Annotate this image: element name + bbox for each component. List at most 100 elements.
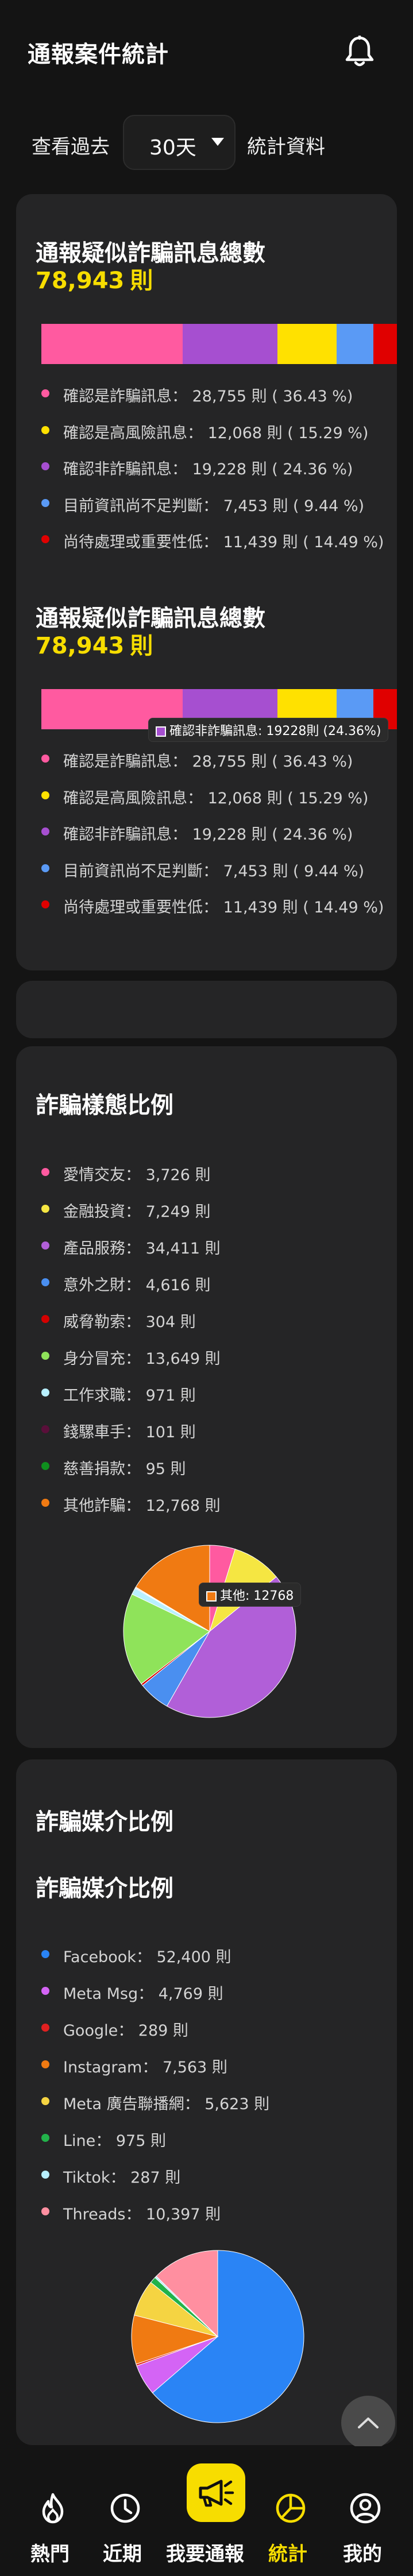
pie-chart-icon xyxy=(276,2493,306,2523)
tooltip-swatch xyxy=(156,726,166,737)
status-stack-bar[interactable] xyxy=(41,324,397,364)
pattern-ratio-title: 詐騙樣態比例 xyxy=(36,1092,173,1119)
user-icon xyxy=(350,2493,381,2524)
filter-prefix-label: 查看過去 xyxy=(32,136,110,158)
total-reports-value: 78,943 xyxy=(36,268,125,294)
stack-segment-3[interactable] xyxy=(337,324,374,364)
stack-segment-2[interactable] xyxy=(277,324,337,364)
period-filter-row: 查看過去 30天 統計資料 xyxy=(0,115,413,172)
pattern-tooltip-swatch xyxy=(206,1591,217,1602)
legend-text: Line： 975 則 xyxy=(63,2132,166,2150)
pattern-pie-svg xyxy=(123,1545,296,1718)
nav-item-report[interactable]: 我要通報 xyxy=(166,2463,245,2566)
notification-button[interactable] xyxy=(341,33,378,70)
legend-text: Facebook： 52,400 則 xyxy=(63,1948,231,1966)
stack-segment-0[interactable] xyxy=(41,324,183,364)
legend-text: 確認是詐騙訊息： 28,755 則 ( 36.43 %) xyxy=(63,753,353,771)
pattern-pie-tooltip: 其他: 12768 xyxy=(199,1583,302,1607)
legend-dot xyxy=(41,755,49,763)
legend-text: 尚待處理或重要性低： 11,439 則 ( 14.49 %) xyxy=(63,899,384,916)
total-reports-unit-2: 則 xyxy=(130,633,153,659)
total-reports-unit: 則 xyxy=(130,268,153,294)
legend-dot xyxy=(41,1388,49,1397)
legend-text: Meta Msg： 4,769 則 xyxy=(63,1985,223,2003)
legend-dot xyxy=(41,1950,49,1958)
media-pie-chart[interactable] xyxy=(129,2248,307,2426)
pattern-ratio-card: 詐騙樣態比例 愛情交友： 3,726 則金融投資： 7,249 則產品服務： 3… xyxy=(16,1046,397,1748)
legend-dot xyxy=(41,1315,49,1323)
legend-text: Tiktok： 287 則 xyxy=(63,2169,181,2187)
legend-dot xyxy=(41,1987,49,1995)
legend-dot xyxy=(41,2097,49,2105)
legend-text: Google： 289 則 xyxy=(63,2022,188,2040)
legend-text: 確認是高風險訊息： 12,068 則 ( 15.29 %) xyxy=(63,789,369,807)
legend-text: 意外之財： 4,616 則 xyxy=(63,1277,211,1294)
legend-text: Meta 廣告聯播網： 5,623 則 xyxy=(63,2095,270,2113)
legend-dot xyxy=(41,791,49,799)
bell-icon xyxy=(345,36,374,67)
filter-suffix-label: 統計資料 xyxy=(247,136,325,158)
legend-text: 其他詐騙： 12,768 則 xyxy=(63,1497,221,1515)
total-reports-count: 78,943 則 xyxy=(36,262,153,295)
legend-dot xyxy=(41,426,49,434)
app-header: 通報案件統計 xyxy=(0,0,413,103)
legend-dot xyxy=(41,2060,49,2068)
stack-segment-4[interactable] xyxy=(373,324,397,364)
legend-dot xyxy=(41,827,49,836)
legend-dot xyxy=(41,1241,49,1250)
nav-item-stats[interactable]: 統計 xyxy=(250,2463,325,2566)
nav-label-report: 我要通報 xyxy=(166,2543,244,2566)
legend-text: 金融投資： 7,249 則 xyxy=(63,1203,211,1221)
legend-text: 確認非詐騙訊息： 19,228 則 ( 24.36 %) xyxy=(63,461,353,478)
legend-dot xyxy=(41,1205,49,1213)
bottom-navigation: 熱門 近期 我要通報 統計 我的 xyxy=(0,2446,413,2576)
flame-icon xyxy=(42,2493,64,2524)
legend-dot xyxy=(41,1499,49,1507)
legend-dot xyxy=(41,462,49,470)
megaphone-icon xyxy=(199,2480,234,2507)
legend-text: 愛情交友： 3,726 則 xyxy=(63,1166,211,1184)
media-ratio-title: 詐騙媒介比例 xyxy=(36,1809,173,1835)
legend-text: 目前資訊尚不足判斷： 7,453 則 ( 9.44 %) xyxy=(63,497,365,515)
legend-text: 慈善捐款： 95 則 xyxy=(63,1460,186,1478)
caret-down-icon xyxy=(211,138,224,146)
empty-card xyxy=(16,981,397,1038)
total-reports-value-2: 78,943 xyxy=(36,633,125,659)
legend-dot xyxy=(41,1278,49,1286)
report-button[interactable] xyxy=(187,2463,245,2522)
legend-text: Instagram： 7,563 則 xyxy=(63,2059,227,2076)
media-pie-svg xyxy=(131,2250,304,2423)
legend-text: 確認非詐騙訊息： 19,228 則 ( 24.36 %) xyxy=(63,826,353,844)
stack-bar-tooltip: 確認非詐騙訊息: 19228則 (24.36%) xyxy=(148,718,389,742)
media-ratio-card: 詐騙媒介比例 詐騙媒介比例 Facebook： 52,400 則 Meta Msg… xyxy=(16,1759,397,2445)
legend-text: 工作求職： 971 則 xyxy=(63,1387,196,1405)
legend-text: 錢騾車手： 101 則 xyxy=(63,1424,196,1441)
legend-text: 身分冒充： 13,649 則 xyxy=(63,1350,221,1368)
nav-item-recent[interactable]: 近期 xyxy=(85,2463,160,2566)
legend-text: 確認是高風險訊息： 12,068 則 ( 15.29 %) xyxy=(63,424,369,442)
stack-bar-tooltip-text: 確認非詐騙訊息: 19228則 (24.36%) xyxy=(169,724,381,738)
page-title: 通報案件統計 xyxy=(28,41,169,68)
nav-label-recent: 近期 xyxy=(103,2543,142,2566)
period-select[interactable]: 30天 xyxy=(123,115,236,170)
legend-text: 目前資訊尚不足判斷： 7,453 則 ( 9.44 %) xyxy=(63,862,365,880)
nav-label-profile: 我的 xyxy=(343,2543,382,2566)
clock-icon xyxy=(110,2493,140,2523)
nav-item-hot[interactable]: 熱門 xyxy=(13,2463,87,2566)
total-reports-card: 通報疑似詐騙訊息總數 78,943 則 確認是詐騙訊息： 28,755 則 ( 3… xyxy=(16,194,397,970)
legend-dot xyxy=(41,2024,49,2032)
legend-dot xyxy=(41,535,49,543)
nav-label-hot: 熱門 xyxy=(30,2543,70,2566)
chevron-up-icon xyxy=(358,2418,379,2428)
legend-dot xyxy=(41,2207,49,2215)
stack-segment-1[interactable] xyxy=(183,324,277,364)
pattern-pie-tooltip-text: 其他: 12768 xyxy=(220,1589,294,1603)
nav-item-profile[interactable]: 我的 xyxy=(325,2463,400,2566)
period-select-value: 30天 xyxy=(149,136,196,160)
stats-page: 通報案件統計 查看過去 30天 統計資料 通報疑似詐騙訊息總數 78,943 則 … xyxy=(0,0,413,2576)
scroll-to-top-button[interactable] xyxy=(341,2396,395,2450)
legend-text: Threads： 10,397 則 xyxy=(63,2206,221,2223)
legend-dot xyxy=(41,498,49,507)
pattern-pie-chart[interactable] xyxy=(121,1542,299,1720)
legend-dot xyxy=(41,900,49,908)
